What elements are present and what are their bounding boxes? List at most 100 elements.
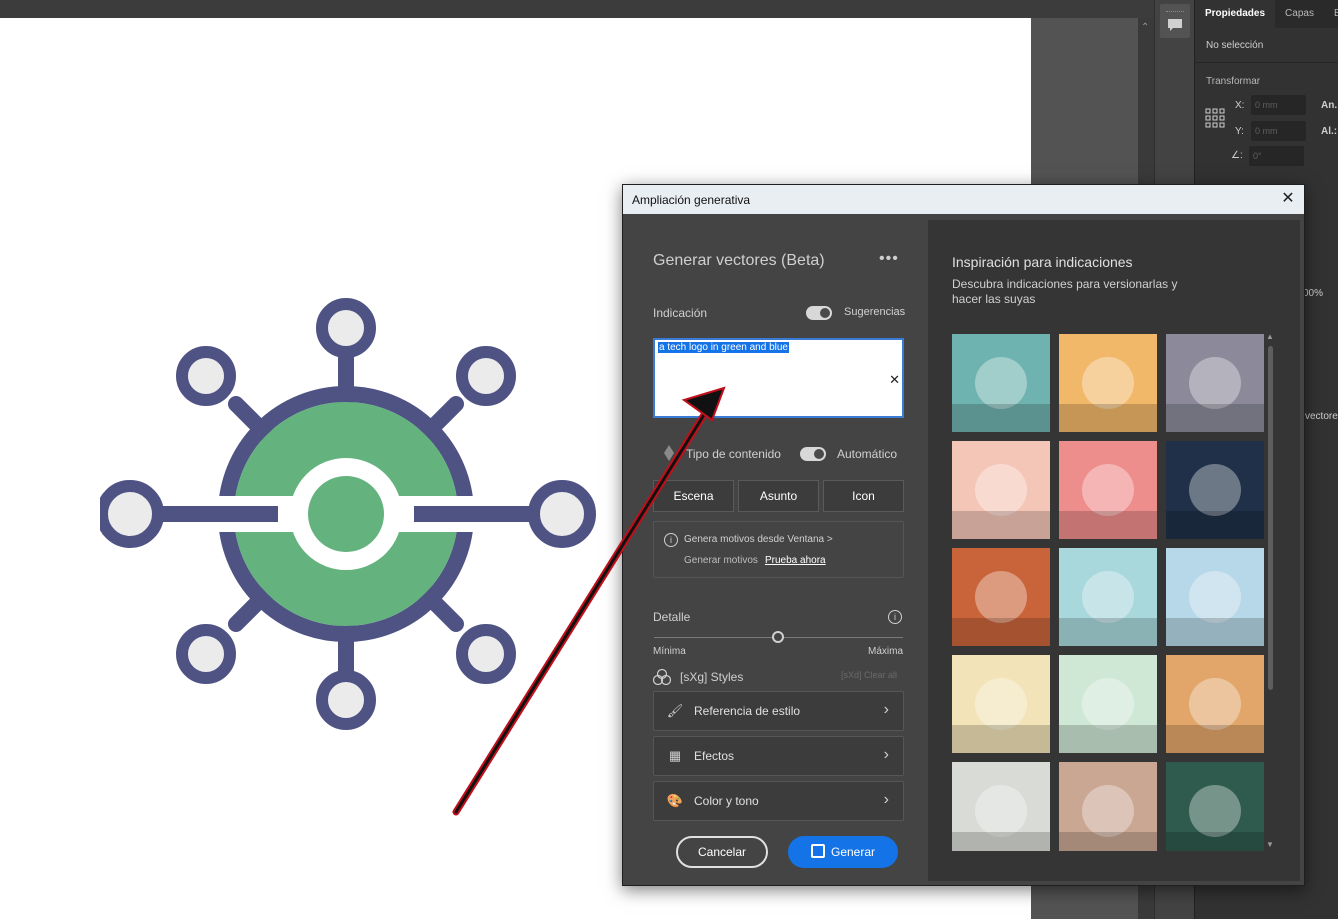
inspiration-scrollbar[interactable]: ▲ ▼	[1265, 332, 1275, 851]
dialog-title: Ampliación generativa	[632, 193, 751, 207]
effects-icon: ▦	[668, 748, 682, 763]
width-label: An.:	[1321, 100, 1338, 111]
dog-thumb-art	[952, 464, 1050, 539]
forest-thumb-art	[1166, 785, 1264, 851]
grip-icon	[1166, 10, 1184, 14]
info-line-2: Generar motivos	[684, 555, 758, 566]
info-line-1: Genera motivos desde Ventana >	[684, 534, 833, 545]
scroll-up-icon[interactable]: ▲	[1266, 332, 1274, 341]
y-field[interactable]: 0 mm	[1251, 121, 1306, 141]
segment-escena[interactable]: Escena	[653, 480, 734, 512]
suggestions-label: Sugerencias	[844, 306, 906, 318]
palette-icon: 🎨	[666, 793, 684, 808]
weather-thumb[interactable]	[1059, 548, 1157, 646]
y-label: Y:	[1235, 126, 1244, 137]
star-badge-thumb-art	[1059, 464, 1157, 539]
detail-min-label: Mínima	[653, 646, 686, 657]
comments-button[interactable]	[1160, 4, 1190, 38]
properties-tabs: Propiedades Capas Bib	[1195, 0, 1338, 28]
forest-thumb[interactable]	[1166, 762, 1264, 851]
kitchen-thumb[interactable]	[952, 762, 1050, 851]
star-badge-thumb[interactable]	[1059, 441, 1157, 539]
chevron-right-icon: ›	[883, 701, 889, 718]
angle-icon: ∠:	[1231, 150, 1243, 161]
cafe-thumb-art	[1166, 678, 1264, 753]
mask-thumb[interactable]	[1166, 441, 1264, 539]
generate-button[interactable]: Generar	[788, 836, 898, 868]
style-reference-accordion[interactable]: 🖌 Referencia de estilo ›	[653, 691, 904, 731]
detail-slider-handle[interactable]	[772, 631, 784, 643]
tiger-thumb-art	[1059, 678, 1157, 753]
dog-thumb[interactable]	[952, 441, 1050, 539]
inspiration-title: Inspiración para indicaciones	[952, 254, 1133, 270]
clear-prompt-icon[interactable]: ✕	[889, 372, 900, 388]
gramophone-thumb[interactable]	[1059, 762, 1157, 851]
styles-clear-all[interactable]: [sXd] Clear all	[841, 670, 897, 680]
city-sunset-thumb[interactable]	[952, 548, 1050, 646]
tab-bibliotecas[interactable]: Bib	[1324, 0, 1338, 28]
logo-node	[456, 624, 516, 684]
chevron-right-icon: ›	[883, 746, 889, 763]
effects-accordion[interactable]: ▦ Efectos ›	[653, 736, 904, 776]
weather-thumb-art	[1059, 571, 1157, 646]
tree-thumb-art	[952, 357, 1050, 432]
unicorn-thumb[interactable]	[1166, 548, 1264, 646]
cancel-button[interactable]: Cancelar	[676, 836, 768, 868]
tab-capas[interactable]: Capas	[1275, 0, 1324, 28]
tree-thumb[interactable]	[952, 334, 1050, 432]
kitchen-thumb-art	[952, 785, 1050, 851]
automatic-label: Automático	[837, 447, 898, 461]
no-selection-label: No selección	[1206, 40, 1264, 51]
automatic-toggle[interactable]	[800, 447, 826, 461]
color-tone-accordion[interactable]: 🎨 Color y tono ›	[653, 781, 904, 821]
inspiration-subtitle: Descubra indicaciones para versionarlas …	[952, 277, 1178, 306]
cafe-thumb[interactable]	[1166, 655, 1264, 753]
clock-tower-thumb[interactable]	[952, 655, 1050, 753]
panel-heading: Generar vectores (Beta)	[653, 252, 825, 269]
jellyfish-thumb[interactable]	[1059, 334, 1157, 432]
try-now-link[interactable]: Prueba ahora	[765, 555, 826, 566]
prompt-input[interactable]: a tech logo in green and blue ✕	[653, 338, 904, 418]
logo-node	[176, 346, 236, 406]
angle-field[interactable]: 0°	[1249, 146, 1304, 166]
x-field[interactable]: 0 mm	[1251, 95, 1306, 115]
scrollbar-thumb[interactable]	[1268, 346, 1273, 690]
tab-propiedades[interactable]: Propiedades	[1195, 0, 1276, 28]
logo-node	[316, 298, 376, 358]
partial-vectors-label: vectores	[1305, 411, 1338, 422]
logo-node	[100, 480, 164, 548]
more-options-icon[interactable]: •••	[879, 250, 899, 268]
transform-section-title: Transformar	[1206, 76, 1261, 87]
segment-icon[interactable]: Icon	[823, 480, 904, 512]
partial-percent-value: 00%	[1303, 288, 1324, 299]
content-type-label: Tipo de contenido	[686, 447, 781, 461]
logo-node	[176, 624, 236, 684]
detail-label: Detalle	[653, 610, 691, 624]
generative-expand-dialog: Ampliación generativa ✕ Generar vectores…	[622, 184, 1305, 886]
horse-thumb[interactable]	[1166, 334, 1264, 432]
tech-logo-artwork[interactable]	[100, 258, 700, 778]
info-icon: i	[664, 533, 678, 547]
city-sunset-thumb-art	[952, 571, 1050, 646]
scroll-down-icon[interactable]: ▼	[1266, 840, 1274, 849]
reference-point-icon[interactable]	[1205, 108, 1225, 128]
suggestions-toggle[interactable]	[806, 306, 832, 320]
generate-settings-pane: Generar vectores (Beta) ••• Indicación S…	[623, 214, 928, 885]
horse-thumb-art	[1166, 357, 1264, 432]
jellyfish-thumb-art	[1059, 357, 1157, 432]
content-type-icon	[664, 445, 674, 461]
mask-thumb-art	[1166, 464, 1264, 539]
style-reference-label: Referencia de estilo	[694, 704, 801, 718]
tiger-thumb[interactable]	[1059, 655, 1157, 753]
height-label: Al.:	[1321, 126, 1338, 137]
chevron-right-icon: ›	[883, 791, 889, 808]
logo-node	[528, 480, 596, 548]
detail-info-icon[interactable]: i	[888, 610, 902, 624]
unicorn-thumb-art	[1166, 571, 1264, 646]
scroll-up-icon[interactable]: ⌃	[1141, 22, 1149, 33]
close-icon[interactable]: ✕	[1278, 189, 1298, 209]
prompt-selected-text: a tech logo in green and blue	[658, 342, 789, 353]
app-top-bar	[0, 0, 1338, 18]
segment-asunto[interactable]: Asunto	[738, 480, 819, 512]
logo-core	[308, 476, 384, 552]
